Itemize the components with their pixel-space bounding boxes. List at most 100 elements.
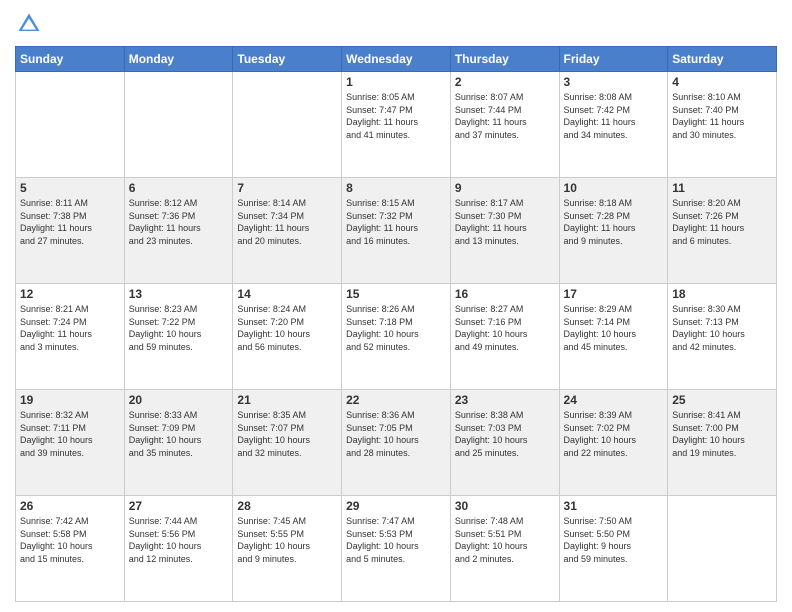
calendar-cell xyxy=(668,496,777,602)
day-number: 18 xyxy=(672,287,772,301)
day-info: Sunrise: 8:32 AM Sunset: 7:11 PM Dayligh… xyxy=(20,409,120,459)
day-info: Sunrise: 8:41 AM Sunset: 7:00 PM Dayligh… xyxy=(672,409,772,459)
day-info: Sunrise: 8:35 AM Sunset: 7:07 PM Dayligh… xyxy=(237,409,337,459)
day-info: Sunrise: 8:38 AM Sunset: 7:03 PM Dayligh… xyxy=(455,409,555,459)
day-number: 25 xyxy=(672,393,772,407)
calendar-cell xyxy=(16,72,125,178)
calendar-cell: 14 Sunrise: 8:24 AM Sunset: 7:20 PM Dayli… xyxy=(233,284,342,390)
calendar-cell xyxy=(124,72,233,178)
day-info: Sunrise: 8:26 AM Sunset: 7:18 PM Dayligh… xyxy=(346,303,446,353)
calendar-cell: 7 Sunrise: 8:14 AM Sunset: 7:34 PM Daylig… xyxy=(233,178,342,284)
day-info: Sunrise: 7:45 AM Sunset: 5:55 PM Dayligh… xyxy=(237,515,337,565)
calendar-week-row: 12Sunrise: 8:21 AM Sunset: 7:24 PM Dayli… xyxy=(16,284,777,390)
calendar-cell: 1 Sunrise: 8:05 AM Sunset: 7:47 PM Daylig… xyxy=(342,72,451,178)
day-number: 31 xyxy=(564,499,664,513)
day-number: 30 xyxy=(455,499,555,513)
calendar-cell: 25 Sunrise: 8:41 AM Sunset: 7:00 PM Dayli… xyxy=(668,390,777,496)
day-header-wednesday: Wednesday xyxy=(342,47,451,72)
day-number: 20 xyxy=(129,393,229,407)
calendar-cell xyxy=(233,72,342,178)
day-number: 1 xyxy=(346,75,446,89)
calendar-cell: 18 Sunrise: 8:30 AM Sunset: 7:13 PM Dayli… xyxy=(668,284,777,390)
calendar-cell: 13Sunrise: 8:23 AM Sunset: 7:22 PM Dayli… xyxy=(124,284,233,390)
day-header-thursday: Thursday xyxy=(450,47,559,72)
calendar-cell: 17Sunrise: 8:29 AM Sunset: 7:14 PM Dayli… xyxy=(559,284,668,390)
day-info: Sunrise: 8:24 AM Sunset: 7:20 PM Dayligh… xyxy=(237,303,337,353)
day-number: 9 xyxy=(455,181,555,195)
day-number: 7 xyxy=(237,181,337,195)
calendar-cell: 28Sunrise: 7:45 AM Sunset: 5:55 PM Dayli… xyxy=(233,496,342,602)
day-info: Sunrise: 8:29 AM Sunset: 7:14 PM Dayligh… xyxy=(564,303,664,353)
day-info: Sunrise: 8:11 AM Sunset: 7:38 PM Dayligh… xyxy=(20,197,120,247)
calendar-table: SundayMondayTuesdayWednesdayThursdayFrid… xyxy=(15,46,777,602)
calendar-cell: 2 Sunrise: 8:07 AM Sunset: 7:44 PM Daylig… xyxy=(450,72,559,178)
calendar-cell: 30 Sunrise: 7:48 AM Sunset: 5:51 PM Dayli… xyxy=(450,496,559,602)
day-number: 29 xyxy=(346,499,446,513)
day-info: Sunrise: 8:08 AM Sunset: 7:42 PM Dayligh… xyxy=(564,91,664,141)
day-header-sunday: Sunday xyxy=(16,47,125,72)
calendar-cell: 8 Sunrise: 8:15 AM Sunset: 7:32 PM Daylig… xyxy=(342,178,451,284)
day-number: 21 xyxy=(237,393,337,407)
day-number: 4 xyxy=(672,75,772,89)
day-info: Sunrise: 7:44 AM Sunset: 5:56 PM Dayligh… xyxy=(129,515,229,565)
calendar-cell: 31 Sunrise: 7:50 AM Sunset: 5:50 PM Dayli… xyxy=(559,496,668,602)
day-header-tuesday: Tuesday xyxy=(233,47,342,72)
day-info: Sunrise: 8:10 AM Sunset: 7:40 PM Dayligh… xyxy=(672,91,772,141)
logo xyxy=(15,10,47,38)
calendar-cell: 24Sunrise: 8:39 AM Sunset: 7:02 PM Dayli… xyxy=(559,390,668,496)
calendar-cell: 23 Sunrise: 8:38 AM Sunset: 7:03 PM Dayli… xyxy=(450,390,559,496)
day-info: Sunrise: 8:05 AM Sunset: 7:47 PM Dayligh… xyxy=(346,91,446,141)
day-number: 19 xyxy=(20,393,120,407)
day-number: 11 xyxy=(672,181,772,195)
day-number: 2 xyxy=(455,75,555,89)
calendar-week-row: 26Sunrise: 7:42 AM Sunset: 5:58 PM Dayli… xyxy=(16,496,777,602)
calendar-cell: 10Sunrise: 8:18 AM Sunset: 7:28 PM Dayli… xyxy=(559,178,668,284)
day-info: Sunrise: 8:36 AM Sunset: 7:05 PM Dayligh… xyxy=(346,409,446,459)
calendar-cell: 5 Sunrise: 8:11 AM Sunset: 7:38 PM Daylig… xyxy=(16,178,125,284)
calendar-cell: 22 Sunrise: 8:36 AM Sunset: 7:05 PM Dayli… xyxy=(342,390,451,496)
day-number: 24 xyxy=(564,393,664,407)
day-info: Sunrise: 7:42 AM Sunset: 5:58 PM Dayligh… xyxy=(20,515,120,565)
generalblue-icon xyxy=(15,10,43,38)
day-info: Sunrise: 8:07 AM Sunset: 7:44 PM Dayligh… xyxy=(455,91,555,141)
day-number: 14 xyxy=(237,287,337,301)
calendar-cell: 19 Sunrise: 8:32 AM Sunset: 7:11 PM Dayli… xyxy=(16,390,125,496)
day-info: Sunrise: 8:33 AM Sunset: 7:09 PM Dayligh… xyxy=(129,409,229,459)
day-header-friday: Friday xyxy=(559,47,668,72)
day-info: Sunrise: 8:30 AM Sunset: 7:13 PM Dayligh… xyxy=(672,303,772,353)
calendar-cell: 16 Sunrise: 8:27 AM Sunset: 7:16 PM Dayli… xyxy=(450,284,559,390)
day-number: 23 xyxy=(455,393,555,407)
calendar-cell: 6Sunrise: 8:12 AM Sunset: 7:36 PM Daylig… xyxy=(124,178,233,284)
calendar-week-row: 1 Sunrise: 8:05 AM Sunset: 7:47 PM Daylig… xyxy=(16,72,777,178)
day-info: Sunrise: 8:20 AM Sunset: 7:26 PM Dayligh… xyxy=(672,197,772,247)
calendar-cell: 21 Sunrise: 8:35 AM Sunset: 7:07 PM Dayli… xyxy=(233,390,342,496)
day-number: 16 xyxy=(455,287,555,301)
calendar-cell: 27 Sunrise: 7:44 AM Sunset: 5:56 PM Dayli… xyxy=(124,496,233,602)
calendar-header-row: SundayMondayTuesdayWednesdayThursdayFrid… xyxy=(16,47,777,72)
page: SundayMondayTuesdayWednesdayThursdayFrid… xyxy=(0,0,792,612)
day-number: 12 xyxy=(20,287,120,301)
day-info: Sunrise: 8:14 AM Sunset: 7:34 PM Dayligh… xyxy=(237,197,337,247)
day-info: Sunrise: 7:50 AM Sunset: 5:50 PM Dayligh… xyxy=(564,515,664,565)
calendar-week-row: 5 Sunrise: 8:11 AM Sunset: 7:38 PM Daylig… xyxy=(16,178,777,284)
day-info: Sunrise: 8:17 AM Sunset: 7:30 PM Dayligh… xyxy=(455,197,555,247)
day-header-saturday: Saturday xyxy=(668,47,777,72)
day-number: 8 xyxy=(346,181,446,195)
calendar-cell: 20 Sunrise: 8:33 AM Sunset: 7:09 PM Dayli… xyxy=(124,390,233,496)
day-number: 22 xyxy=(346,393,446,407)
day-info: Sunrise: 7:47 AM Sunset: 5:53 PM Dayligh… xyxy=(346,515,446,565)
day-header-monday: Monday xyxy=(124,47,233,72)
day-number: 5 xyxy=(20,181,120,195)
day-info: Sunrise: 8:12 AM Sunset: 7:36 PM Dayligh… xyxy=(129,197,229,247)
header xyxy=(15,10,777,38)
day-info: Sunrise: 7:48 AM Sunset: 5:51 PM Dayligh… xyxy=(455,515,555,565)
day-info: Sunrise: 8:27 AM Sunset: 7:16 PM Dayligh… xyxy=(455,303,555,353)
calendar-cell: 29 Sunrise: 7:47 AM Sunset: 5:53 PM Dayli… xyxy=(342,496,451,602)
calendar-cell: 4 Sunrise: 8:10 AM Sunset: 7:40 PM Daylig… xyxy=(668,72,777,178)
calendar-cell: 3Sunrise: 8:08 AM Sunset: 7:42 PM Daylig… xyxy=(559,72,668,178)
day-number: 27 xyxy=(129,499,229,513)
calendar-cell: 15Sunrise: 8:26 AM Sunset: 7:18 PM Dayli… xyxy=(342,284,451,390)
calendar-cell: 12Sunrise: 8:21 AM Sunset: 7:24 PM Dayli… xyxy=(16,284,125,390)
day-info: Sunrise: 8:15 AM Sunset: 7:32 PM Dayligh… xyxy=(346,197,446,247)
calendar-cell: 26Sunrise: 7:42 AM Sunset: 5:58 PM Dayli… xyxy=(16,496,125,602)
